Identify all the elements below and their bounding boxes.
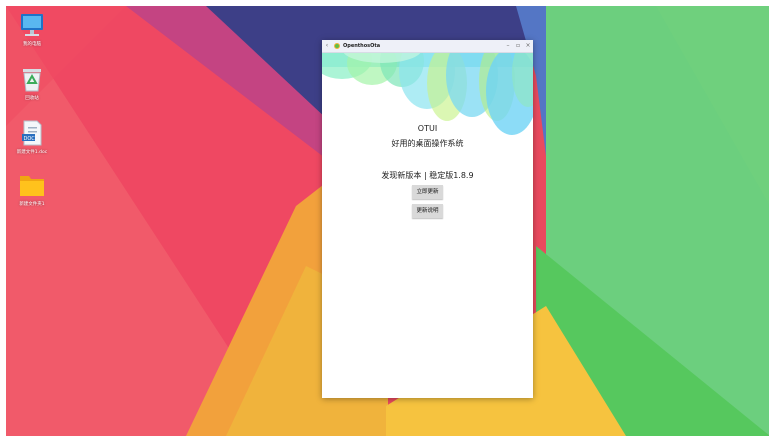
desktop-icon-recycle-bin[interactable]: 回收站 bbox=[10, 66, 54, 101]
app-logo-icon bbox=[334, 43, 340, 49]
desktop-icon-label: 我的电脑 bbox=[23, 42, 41, 47]
desktop-icon-label: 新建文件1.doc bbox=[16, 150, 48, 155]
release-notes-button[interactable]: 更新说明 bbox=[412, 204, 443, 218]
app-name: OTUI bbox=[417, 124, 438, 133]
desktop-icon-label: 回收站 bbox=[25, 96, 39, 101]
app-slogan: 好用的桌面操作系统 bbox=[391, 139, 464, 148]
desktop-icon-new-folder[interactable]: 新建文件夹1 bbox=[10, 172, 54, 207]
close-icon[interactable]: × bbox=[523, 40, 533, 52]
desktop-icon-label: 新建文件夹1 bbox=[19, 202, 45, 207]
app-window: ‹ OpenthosOta – ▫ × OTUI 好用的桌面操作系统 发现新版本… bbox=[322, 40, 533, 398]
svg-text:DOC: DOC bbox=[24, 136, 36, 142]
desktop-icon-my-computer[interactable]: 我的电脑 bbox=[10, 12, 54, 47]
window-titlebar[interactable]: ‹ OpenthosOta – ▫ × bbox=[322, 40, 533, 53]
recycle-bin-icon bbox=[19, 66, 45, 92]
maximize-icon[interactable]: ▫ bbox=[513, 40, 523, 52]
minimize-icon[interactable]: – bbox=[503, 40, 513, 52]
folder-icon bbox=[19, 172, 45, 198]
desktop-icon-new-doc[interactable]: DOC 新建文件1.doc bbox=[10, 120, 54, 155]
update-now-button[interactable]: 立即更新 bbox=[412, 185, 443, 199]
doc-file-icon: DOC bbox=[19, 120, 45, 146]
window-title: OpenthosOta bbox=[343, 43, 381, 49]
version-info: 发现新版本 | 稳定版1.8.9 bbox=[381, 171, 474, 180]
monitor-icon bbox=[19, 12, 45, 38]
back-icon[interactable]: ‹ bbox=[322, 40, 332, 52]
